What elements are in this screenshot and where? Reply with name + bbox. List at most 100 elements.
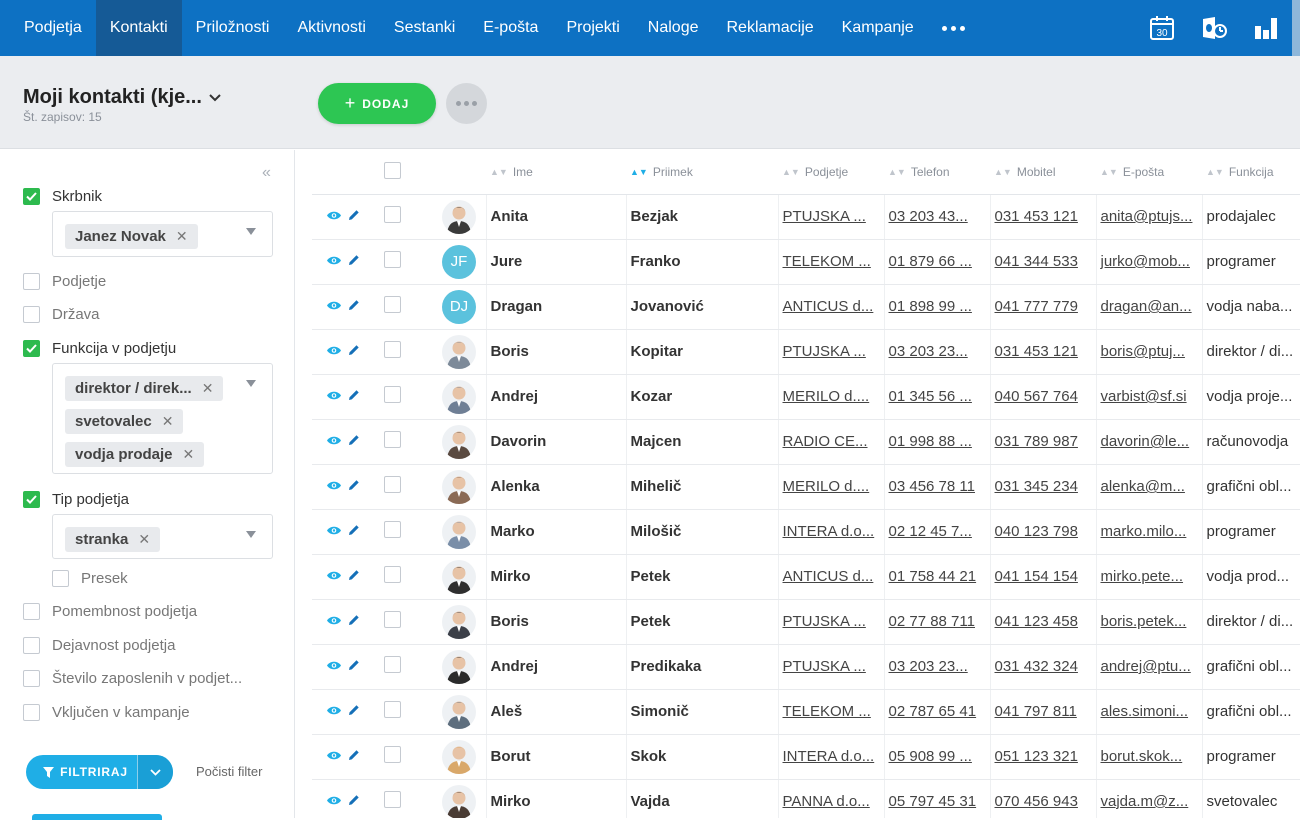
cell-mobitel-link[interactable]: 041 344 533 — [989, 239, 1096, 285]
cell-podjetje-link[interactable]: PTUJSKA ... — [777, 644, 884, 690]
header-funkcija[interactable]: ▲▼ Funkcija — [1202, 150, 1300, 195]
checkbox[interactable] — [23, 491, 40, 508]
filter-pomembnost[interactable]: Pomembnost podjetja — [23, 603, 197, 620]
row-checkbox[interactable] — [384, 251, 401, 268]
cell-telefon-link[interactable]: 01 998 88 ... — [883, 419, 990, 465]
filter-zaposleni[interactable]: Število zaposlenih v podjet... — [23, 670, 242, 687]
cell-eposta-link[interactable]: boris.petek... — [1095, 599, 1202, 645]
filter-presek[interactable]: Presek — [52, 570, 128, 587]
cell-eposta-link[interactable]: davorin@le... — [1095, 419, 1202, 465]
edit-pencil-icon[interactable] — [348, 568, 360, 585]
row-checkbox[interactable] — [384, 566, 401, 583]
more-actions-button[interactable] — [446, 83, 487, 124]
cell-telefon-link[interactable]: 05 797 45 31 — [883, 779, 990, 818]
tip-podjetja-select[interactable]: stranka ✕ — [52, 514, 273, 559]
cell-mobitel-link[interactable]: 040 123 798 — [989, 509, 1096, 555]
cell-mobitel-link[interactable]: 031 789 987 — [989, 419, 1096, 465]
edit-pencil-icon[interactable] — [348, 703, 360, 720]
funkcija-select[interactable]: direktor / direk... ✕ svetovalec ✕ vodja p… — [52, 363, 273, 474]
cell-podjetje-link[interactable]: PTUJSKA ... — [777, 194, 884, 240]
table-row[interactable]: Mirko Petek ANTICUS d... 01 758 44 21 041 15… — [312, 554, 1300, 600]
row-checkbox[interactable] — [384, 296, 401, 313]
cell-mobitel-link[interactable]: 031 453 121 — [989, 194, 1096, 240]
view-eye-icon[interactable] — [326, 703, 342, 720]
cell-eposta-link[interactable]: jurko@mob... — [1095, 239, 1202, 285]
nav-item-projekti[interactable]: Projekti — [552, 0, 633, 56]
edit-pencil-icon[interactable] — [348, 208, 360, 225]
table-row[interactable]: Davorin Majcen RADIO CE... 01 998 88 ... 031… — [312, 419, 1300, 465]
collapse-sidebar-icon[interactable]: « — [262, 164, 271, 182]
cell-podjetje-link[interactable]: ANTICUS d... — [777, 284, 884, 330]
cell-telefon-link[interactable]: 01 758 44 21 — [883, 554, 990, 600]
dropdown-arrow-icon[interactable] — [246, 380, 256, 387]
cell-podjetje-link[interactable]: ANTICUS d... — [777, 554, 884, 600]
table-row[interactable]: Boris Petek PTUJSKA ... 02 77 88 711 041 123… — [312, 599, 1300, 645]
remove-tag-icon[interactable]: ✕ — [202, 380, 214, 397]
view-eye-icon[interactable] — [326, 343, 342, 360]
cell-telefon-link[interactable]: 05 908 99 ... — [883, 734, 990, 780]
row-checkbox[interactable] — [384, 521, 401, 538]
cell-podjetje-link[interactable]: PTUJSKA ... — [777, 329, 884, 375]
cell-telefon-link[interactable]: 01 345 56 ... — [883, 374, 990, 420]
header-telefon[interactable]: ▲▼ Telefon — [884, 150, 990, 195]
cell-mobitel-link[interactable]: 031 345 234 — [989, 464, 1096, 510]
view-eye-icon[interactable] — [326, 253, 342, 270]
cell-eposta-link[interactable]: varbist@sf.si — [1095, 374, 1202, 420]
filter-skrbnik[interactable]: Skrbnik — [23, 188, 102, 205]
table-row[interactable]: Andrej Predikaka PTUJSKA ... 03 203 23... 03… — [312, 644, 1300, 690]
header-mobitel[interactable]: ▲▼ Mobitel — [990, 150, 1096, 195]
filter-button[interactable]: FILTRIRAJ — [26, 755, 173, 789]
edit-pencil-icon[interactable] — [348, 478, 360, 495]
checkbox[interactable] — [23, 670, 40, 687]
table-row[interactable]: JF Jure Franko TELEKOM ... 01 879 66 ... 041 … — [312, 239, 1300, 285]
checkbox[interactable] — [23, 704, 40, 721]
view-eye-icon[interactable] — [326, 568, 342, 585]
filter-kampanje[interactable]: Vključen v kampanje — [23, 704, 190, 721]
filter-button-main[interactable]: FILTRIRAJ — [26, 765, 137, 779]
cell-podjetje-link[interactable]: PTUJSKA ... — [777, 599, 884, 645]
view-eye-icon[interactable] — [326, 523, 342, 540]
table-row[interactable]: Borut Skok INTERA d.o... 05 908 99 ... 051 1… — [312, 734, 1300, 780]
header-eposta[interactable]: ▲▼ E-pošta — [1096, 150, 1202, 195]
cell-podjetje-link[interactable]: INTERA d.o... — [777, 734, 884, 780]
nav-item-aktivnosti[interactable]: Aktivnosti — [283, 0, 379, 56]
edit-pencil-icon[interactable] — [348, 298, 360, 315]
edit-pencil-icon[interactable] — [348, 523, 360, 540]
edit-pencil-icon[interactable] — [348, 253, 360, 270]
view-eye-icon[interactable] — [326, 478, 342, 495]
cell-eposta-link[interactable]: anita@ptujs... — [1095, 194, 1202, 240]
reports-chart-icon[interactable] — [1240, 0, 1292, 56]
cell-telefon-link[interactable]: 01 898 99 ... — [883, 284, 990, 330]
view-selector[interactable]: Moji kontakti (kje... — [23, 86, 222, 109]
cell-mobitel-link[interactable]: 041 154 154 — [989, 554, 1096, 600]
remove-tag-icon[interactable]: ✕ — [138, 531, 150, 548]
cell-mobitel-link[interactable]: 051 123 321 — [989, 734, 1096, 780]
cell-telefon-link[interactable]: 03 456 78 11 — [883, 464, 990, 510]
cell-podjetje-link[interactable]: RADIO CE... — [777, 419, 884, 465]
row-checkbox[interactable] — [384, 746, 401, 763]
outlook-sync-icon[interactable] — [1188, 0, 1240, 56]
filter-funkcija[interactable]: Funkcija v podjetju — [23, 340, 176, 357]
edit-pencil-icon[interactable] — [348, 748, 360, 765]
row-checkbox[interactable] — [384, 206, 401, 223]
cell-eposta-link[interactable]: boris@ptuj... — [1095, 329, 1202, 375]
table-row[interactable]: Mirko Vajda PANNA d.o... 05 797 45 31 070 45… — [312, 779, 1300, 818]
row-checkbox[interactable] — [384, 791, 401, 808]
nav-item-kampanje[interactable]: Kampanje — [828, 0, 928, 56]
checkbox[interactable] — [23, 637, 40, 654]
row-checkbox[interactable] — [384, 656, 401, 673]
cell-podjetje-link[interactable]: TELEKOM ... — [777, 239, 884, 285]
view-eye-icon[interactable] — [326, 388, 342, 405]
edit-pencil-icon[interactable] — [348, 433, 360, 450]
header-podjetje[interactable]: ▲▼ Podjetje — [778, 150, 884, 195]
cell-podjetje-link[interactable]: INTERA d.o... — [777, 509, 884, 555]
view-eye-icon[interactable] — [326, 748, 342, 765]
table-row[interactable]: Anita Bezjak PTUJSKA ... 03 203 43... 031 45… — [312, 194, 1300, 240]
checkbox[interactable] — [23, 188, 40, 205]
cell-telefon-link[interactable]: 02 787 65 41 — [883, 689, 990, 735]
view-eye-icon[interactable] — [326, 793, 342, 810]
add-button[interactable]: + DODAJ — [318, 83, 436, 124]
filter-dejavnost[interactable]: Dejavnost podjetja — [23, 637, 175, 654]
remove-tag-icon[interactable]: ✕ — [162, 413, 174, 430]
checkbox[interactable] — [52, 570, 69, 587]
